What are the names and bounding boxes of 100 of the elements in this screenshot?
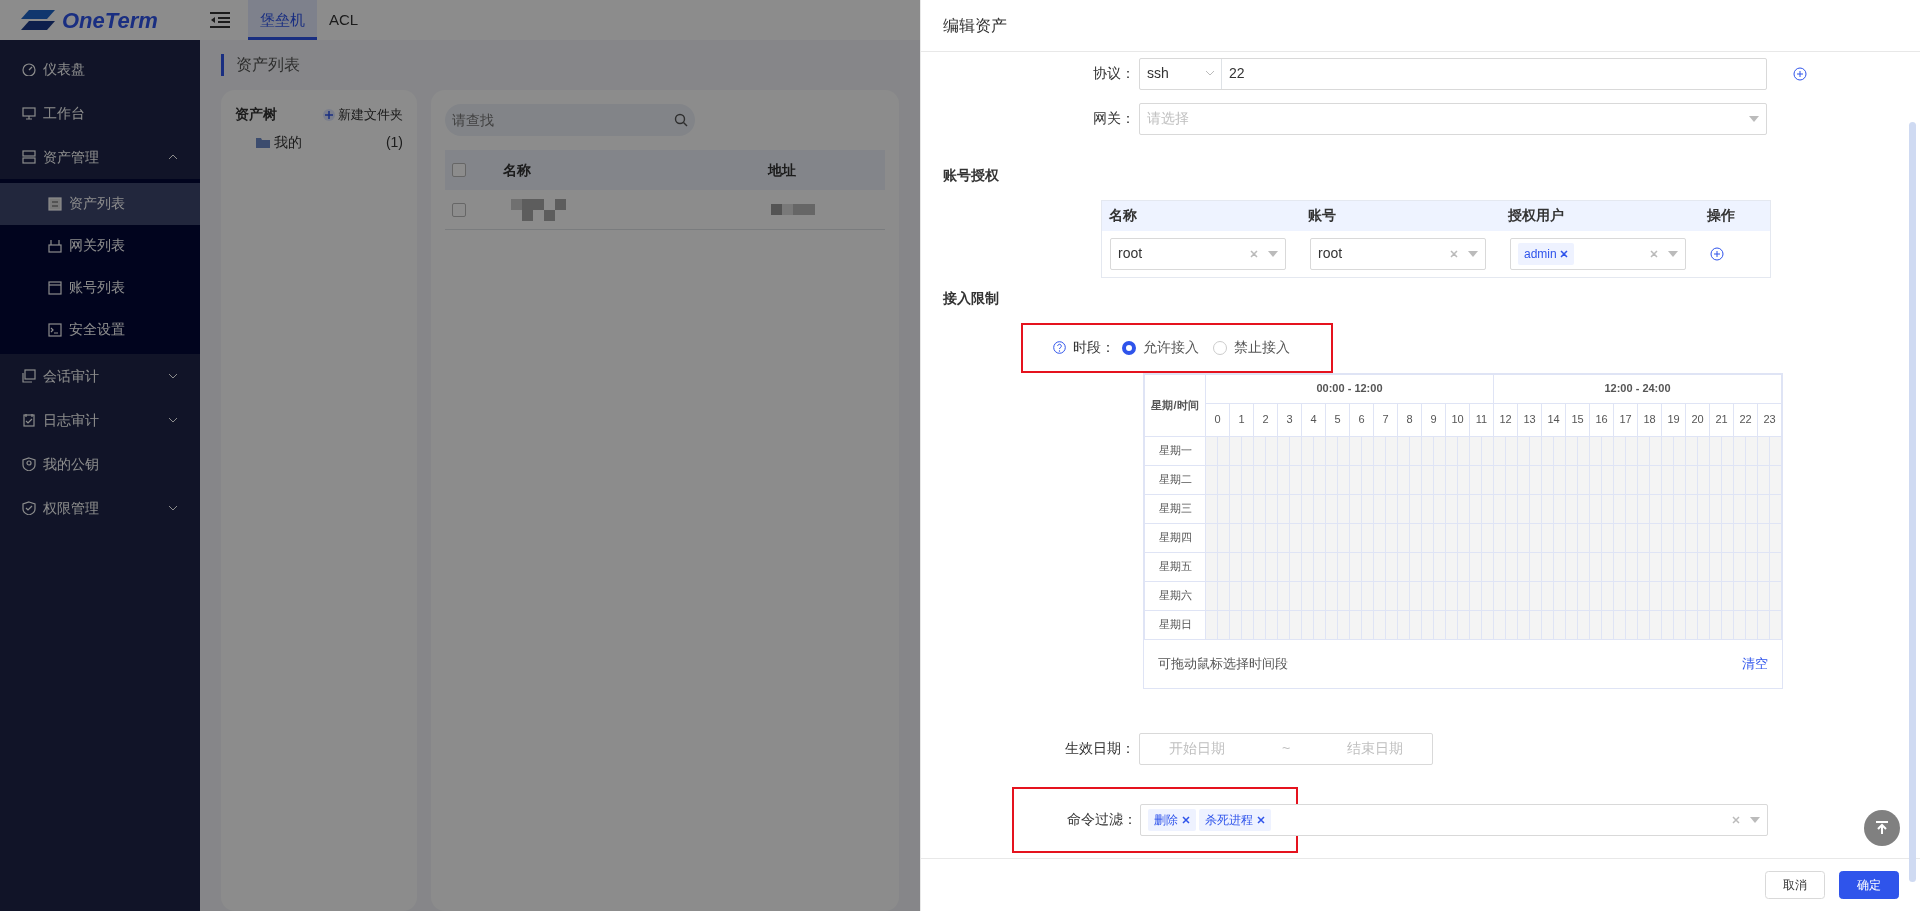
tree-node[interactable]: 我的 xyxy=(273,132,383,153)
sidebar-label: 权限管理 xyxy=(43,498,100,518)
date-placeholder: 结束日期 xyxy=(1347,739,1404,758)
day-label: 星期一 xyxy=(1144,436,1206,465)
clear-icon[interactable] xyxy=(1731,815,1740,824)
radio-option[interactable]: 禁止接入 xyxy=(1213,337,1290,358)
sidebar-item[interactable]: 工作台 xyxy=(0,91,200,135)
day-label: 星期日 xyxy=(1144,610,1206,639)
radio[interactable] xyxy=(1122,340,1136,355)
sidebar-label: 日志审计 xyxy=(43,410,100,430)
submenu-item[interactable]: 安全设置 xyxy=(0,308,200,351)
shield-check-icon xyxy=(22,501,36,515)
sidebar-item[interactable]: 我的公钥 xyxy=(0,442,200,486)
hour-header: 13 xyxy=(1517,403,1542,436)
sidebar-label: 资产管理 xyxy=(43,147,100,167)
field-label: 生效日期： xyxy=(1064,739,1136,758)
field-label: 协议： xyxy=(1092,64,1136,83)
add-circle-icon[interactable] xyxy=(1793,66,1807,81)
sidebar-label: 仪表盘 xyxy=(43,59,86,79)
column-header: 名称 xyxy=(503,160,532,180)
checkbox[interactable] xyxy=(452,163,466,177)
hour-header: 12 xyxy=(1493,403,1518,436)
sidebar-item[interactable]: 权限管理 xyxy=(0,486,200,530)
day-label: 星期四 xyxy=(1144,523,1206,552)
checkbox[interactable] xyxy=(452,202,466,217)
confirm-button[interactable]: 确定 xyxy=(1839,871,1899,899)
column-header: 账号 xyxy=(1307,206,1338,225)
hour-header: 19 xyxy=(1661,403,1686,436)
field-label: 命令过滤： xyxy=(1066,810,1138,829)
shield-key-icon xyxy=(22,457,36,471)
column-header: 名称 xyxy=(1108,206,1138,225)
remove-icon[interactable] xyxy=(1181,815,1190,824)
router-icon xyxy=(48,238,62,253)
calendar-icon xyxy=(22,413,36,427)
submenu-item[interactable]: 资产列表 xyxy=(0,182,200,225)
sidebar-item[interactable]: 日志审计 xyxy=(0,398,200,442)
remove-icon[interactable] xyxy=(1256,815,1265,824)
select-field[interactable]: root xyxy=(1110,237,1286,270)
hour-header: 21 xyxy=(1709,403,1734,436)
section-heading: 账号授权 xyxy=(942,165,1000,185)
field-label: 网关： xyxy=(1092,109,1136,128)
gauge-icon xyxy=(22,62,36,76)
sidebar-label: 会话审计 xyxy=(43,366,100,386)
day-label: 星期六 xyxy=(1144,581,1206,610)
hour-header: 2 xyxy=(1253,403,1278,436)
hour-header: 0 xyxy=(1205,403,1230,436)
hour-header: 18 xyxy=(1637,403,1662,436)
clear-icon[interactable] xyxy=(1249,249,1258,258)
submenu-item[interactable]: 网关列表 xyxy=(0,224,200,267)
menu-fold-icon[interactable] xyxy=(210,12,230,28)
clear-icon[interactable] xyxy=(1649,249,1658,258)
hour-header: 14 xyxy=(1541,403,1566,436)
add-circle-icon[interactable] xyxy=(1710,246,1724,261)
node-count: (1) xyxy=(385,133,403,152)
select-field[interactable]: admin xyxy=(1510,237,1686,270)
select-field[interactable]: root xyxy=(1310,237,1486,270)
date-placeholder: ~ xyxy=(1281,739,1291,758)
tree-title: 资产树 xyxy=(235,105,277,124)
new-folder-button[interactable]: 新建文件夹 xyxy=(322,104,403,125)
radio-option[interactable]: 允许接入 xyxy=(1122,337,1199,358)
hour-header: 23 xyxy=(1757,403,1782,436)
hour-header: 20 xyxy=(1685,403,1710,436)
arrow-up-icon xyxy=(1875,821,1889,835)
monitor-icon xyxy=(22,106,36,120)
day-label: 星期五 xyxy=(1144,552,1206,581)
section-heading: 接入限制 xyxy=(942,288,1000,308)
hour-header: 3 xyxy=(1277,403,1302,436)
hour-header: 8 xyxy=(1397,403,1422,436)
tag-label: 杀死进程 xyxy=(1205,811,1253,829)
cancel-button[interactable]: 取消 xyxy=(1765,871,1825,899)
pixelated-redaction xyxy=(771,204,815,215)
logo: OneTerm xyxy=(62,6,158,35)
period-header: 00:00 - 12:00 xyxy=(1205,374,1494,403)
drawer-title: 编辑资产 xyxy=(921,0,1920,52)
tag-label: 删除 xyxy=(1154,811,1178,829)
hour-header: 16 xyxy=(1589,403,1614,436)
corner-header: 星期/时间 xyxy=(1144,374,1206,436)
column-header: 操作 xyxy=(1706,206,1737,225)
plus-icon xyxy=(322,108,335,121)
period-header: 12:00 - 24:00 xyxy=(1493,374,1782,403)
hour-header: 9 xyxy=(1421,403,1446,436)
top-tab[interactable]: ACL xyxy=(317,0,371,40)
day-label: 星期二 xyxy=(1144,465,1206,494)
remove-icon[interactable] xyxy=(1560,249,1569,258)
hour-header: 7 xyxy=(1373,403,1398,436)
clear-link[interactable]: 清空 xyxy=(1742,653,1768,674)
hour-header: 11 xyxy=(1469,403,1494,436)
sidebar-item[interactable]: 会话审计 xyxy=(0,354,200,398)
tag-select[interactable]: 删除 杀死进程 xyxy=(1140,803,1768,836)
submenu-item[interactable]: 账号列表 xyxy=(0,266,200,309)
clear-icon[interactable] xyxy=(1449,249,1458,258)
back-to-top-button[interactable] xyxy=(1864,810,1900,846)
tag-label: admin xyxy=(1524,245,1557,263)
page-title: 资产列表 xyxy=(221,54,300,76)
search-icon xyxy=(674,113,688,127)
top-tab[interactable]: 堡垒机 xyxy=(248,0,317,40)
sidebar-item[interactable]: 仪表盘 xyxy=(0,47,200,91)
list-icon xyxy=(48,196,62,211)
hour-header: 4 xyxy=(1301,403,1326,436)
sidebar-item[interactable]: 资产管理 xyxy=(0,135,200,179)
